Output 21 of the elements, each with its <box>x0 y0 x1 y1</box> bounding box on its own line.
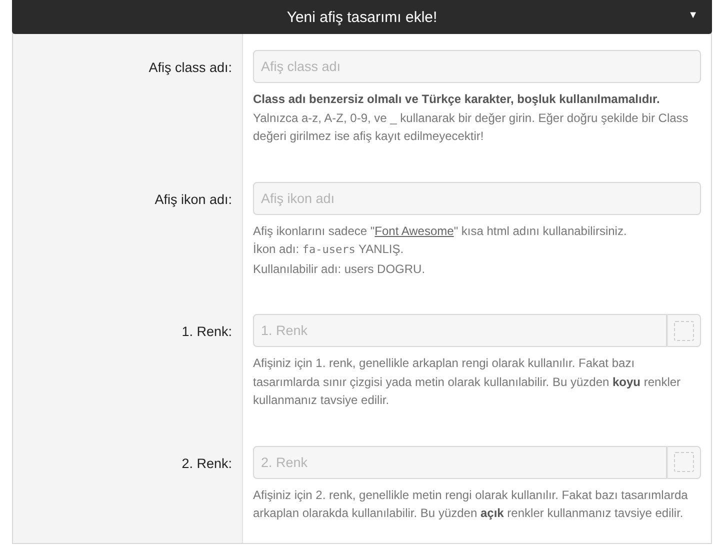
help-text: Afişiniz için 2. renk, genellikle metin rengi olarak kullanılır. Fakat bazı tasarımlarda arkaplan olarakda kullanılabilir. Bu yüzden açık renkler kullanmanız tavsiye edilir. <box>253 486 689 522</box>
field-label: 2. Renk: <box>182 456 232 470</box>
caret-icon[interactable]: ▼ <box>688 10 698 21</box>
input-field[interactable]: 1. Renk <box>253 314 667 347</box>
help-text: Class adı benzersiz olmalı ve Türkçe karakter, boşluk kullanılmamalıdır. <box>253 91 661 108</box>
link[interactable]: Font Awesome <box>374 224 454 238</box>
field-label: Afiş ikon adı: <box>154 192 232 206</box>
color-picker[interactable] <box>667 446 701 478</box>
color-picker[interactable] <box>667 314 701 347</box>
help-text: Afişiniz için 1. renk, genellikle arkaplan rengi olarak kullanılır. Fakat bazı tasarımlarda sınır çizgisi yada metin olarak kullanılabilir. Bu yüzden koyu renkler kullanmanız tavsiye edilir. <box>253 355 682 409</box>
field-label: Afiş class adı: <box>148 60 232 75</box>
input-field[interactable]: Afiş ikon adı <box>253 182 701 214</box>
help-text: Afiş ikonlarını sadece "Font Awesome" kısa html adını kullanabilirsiniz. <box>253 222 628 240</box>
help-text: Kullanılabilir adı: users DOGRU. <box>253 260 426 278</box>
input-field[interactable]: Afiş class adı <box>253 50 701 83</box>
help-text: Yalnızca a-z, A-Z, 0-9, ve _ kullanarak bir değer girin. Eğer doğru şekilde bir Class değeri girilmez ise afiş kayıt edilmeyecektir! <box>253 110 690 145</box>
help-text: İkon adı: fa-users YANLIŞ. <box>253 241 405 258</box>
header-bar[interactable]: Yeni afiş tasarımı ekle! ▼ <box>12 0 712 34</box>
header-title: Yeni afiş tasarımı ekle! <box>286 8 438 26</box>
field-label: 1. Renk: <box>182 324 232 339</box>
input-field[interactable]: 2. Renk <box>253 446 667 478</box>
